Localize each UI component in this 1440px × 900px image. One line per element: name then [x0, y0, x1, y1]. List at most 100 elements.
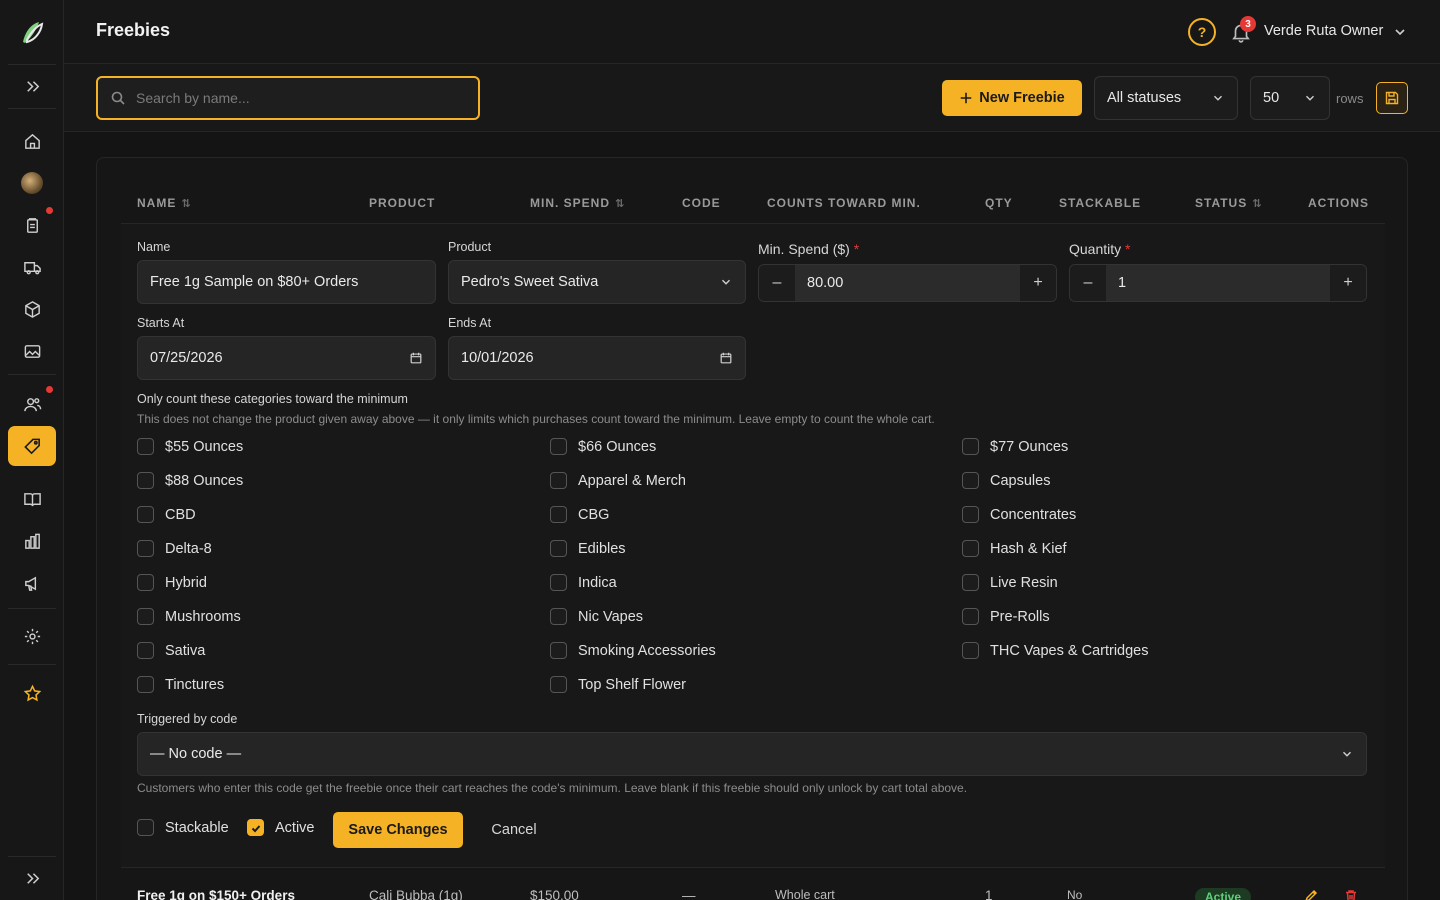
help-icon[interactable]: ? [1188, 18, 1216, 46]
category-checkbox[interactable]: Pre-Rolls [962, 608, 1050, 625]
category-checkbox-box[interactable] [137, 472, 154, 489]
column-header-status[interactable]: STATUS ⇅ [1195, 196, 1261, 210]
sort-icon[interactable]: ⇅ [181, 197, 190, 210]
rows-per-page-select[interactable]: 50 [1250, 76, 1330, 120]
category-checkbox[interactable]: CBD [137, 506, 196, 523]
orders-icon[interactable] [20, 213, 44, 237]
category-checkbox[interactable]: $55 Ounces [137, 438, 243, 455]
active-checkbox-box[interactable] [247, 819, 264, 836]
new-freebie-button[interactable]: New Freebie [942, 80, 1082, 116]
save-view-button[interactable] [1376, 82, 1408, 114]
category-checkbox-box[interactable] [962, 472, 979, 489]
category-checkbox-box[interactable] [137, 438, 154, 455]
category-checkbox[interactable]: Apparel & Merch [550, 472, 686, 489]
category-checkbox[interactable]: $77 Ounces [962, 438, 1068, 455]
category-checkbox[interactable]: Live Resin [962, 574, 1058, 591]
category-checkbox-box[interactable] [550, 506, 567, 523]
name-input[interactable]: Free 1g Sample on $80+ Orders [137, 260, 436, 304]
category-checkbox-box[interactable] [962, 438, 979, 455]
user-menu[interactable]: Verde Ruta Owner [1264, 23, 1383, 39]
search-box[interactable] [96, 76, 480, 120]
category-checkbox[interactable]: Delta-8 [137, 540, 212, 557]
calendar-icon[interactable] [719, 351, 733, 365]
stackable-checkbox-box[interactable] [137, 819, 154, 836]
category-checkbox-box[interactable] [550, 472, 567, 489]
customers-icon[interactable] [20, 392, 44, 416]
category-checkbox[interactable]: Smoking Accessories [550, 642, 716, 659]
expand-sidebar-icon[interactable] [20, 74, 44, 98]
category-checkbox[interactable]: Concentrates [962, 506, 1076, 523]
product-select[interactable]: Pedro's Sweet Sativa [448, 260, 746, 304]
table-row[interactable]: Free 1g on $150+ Orders Cali Bubba (1g) … [121, 880, 1385, 900]
decrement-button[interactable]: – [1070, 265, 1106, 301]
active-checkbox[interactable]: Active [247, 819, 315, 836]
quantity-value[interactable]: 1 [1106, 265, 1330, 301]
category-checkbox[interactable]: Hash & Kief [962, 540, 1067, 557]
freebies-tag-icon[interactable] [8, 426, 56, 466]
category-checkbox-box[interactable] [962, 574, 979, 591]
increment-button[interactable]: + [1330, 265, 1366, 301]
products-box-icon[interactable] [20, 297, 44, 321]
edit-pencil-icon[interactable] [1303, 888, 1319, 900]
megaphone-icon[interactable] [20, 571, 44, 595]
category-checkbox[interactable]: Sativa [137, 642, 205, 659]
category-checkbox-box[interactable] [550, 642, 567, 659]
settings-gear-icon[interactable] [20, 624, 44, 648]
category-checkbox[interactable]: THC Vapes & Cartridges [962, 642, 1148, 659]
category-checkbox-box[interactable] [962, 506, 979, 523]
category-checkbox[interactable]: Edibles [550, 540, 626, 557]
code-select[interactable]: — No code — [137, 732, 1367, 776]
category-checkbox-box[interactable] [137, 676, 154, 693]
category-checkbox-box[interactable] [550, 608, 567, 625]
category-checkbox-box[interactable] [137, 642, 154, 659]
category-checkbox-box[interactable] [550, 438, 567, 455]
category-checkbox-box[interactable] [137, 574, 154, 591]
category-checkbox[interactable]: $88 Ounces [137, 472, 243, 489]
category-checkbox-box[interactable] [550, 574, 567, 591]
book-icon[interactable] [20, 487, 44, 511]
min-spend-value[interactable]: 80.00 [795, 265, 1020, 301]
category-checkbox[interactable]: Mushrooms [137, 608, 241, 625]
cancel-button[interactable]: Cancel [479, 812, 549, 848]
chevron-down-icon[interactable] [1392, 24, 1408, 40]
category-checkbox[interactable]: Hybrid [137, 574, 207, 591]
category-checkbox-box[interactable] [962, 642, 979, 659]
star-icon[interactable] [20, 681, 44, 705]
category-checkbox-box[interactable] [962, 540, 979, 557]
category-checkbox[interactable]: Capsules [962, 472, 1050, 489]
collapse-sidebar-icon[interactable] [20, 866, 44, 890]
media-image-icon[interactable] [20, 339, 44, 363]
home-icon[interactable] [20, 129, 44, 153]
delivery-truck-icon[interactable] [20, 255, 44, 279]
column-header-name[interactable]: NAME ⇅ [137, 196, 191, 210]
category-checkbox[interactable]: Top Shelf Flower [550, 676, 686, 693]
category-checkbox[interactable]: $66 Ounces [550, 438, 656, 455]
category-checkbox-box[interactable] [137, 506, 154, 523]
analytics-chart-icon[interactable] [20, 529, 44, 553]
sort-icon[interactable]: ⇅ [615, 197, 624, 210]
category-checkbox[interactable]: Indica [550, 574, 617, 591]
min-spend-stepper[interactable]: – 80.00 + [758, 264, 1057, 302]
category-checkbox-box[interactable] [137, 540, 154, 557]
sort-icon[interactable]: ⇅ [1252, 197, 1261, 210]
save-changes-button[interactable]: Save Changes [333, 812, 463, 848]
column-header-min-spend[interactable]: MIN. SPEND ⇅ [530, 196, 624, 210]
category-checkbox-box[interactable] [962, 608, 979, 625]
category-checkbox[interactable]: CBG [550, 506, 609, 523]
store-avatar[interactable] [21, 172, 43, 194]
brand-logo-icon[interactable] [17, 18, 45, 46]
starts-at-input[interactable]: 07/25/2026 [137, 336, 436, 380]
calendar-icon[interactable] [409, 351, 423, 365]
search-input[interactable] [136, 90, 456, 106]
status-filter-select[interactable]: All statuses [1094, 76, 1238, 120]
stackable-checkbox[interactable]: Stackable [137, 819, 229, 836]
category-checkbox[interactable]: Tinctures [137, 676, 224, 693]
category-checkbox[interactable]: Nic Vapes [550, 608, 643, 625]
decrement-button[interactable]: – [759, 265, 795, 301]
category-checkbox-box[interactable] [550, 540, 567, 557]
category-checkbox-box[interactable] [550, 676, 567, 693]
increment-button[interactable]: + [1020, 265, 1056, 301]
quantity-stepper[interactable]: – 1 + [1069, 264, 1367, 302]
ends-at-input[interactable]: 10/01/2026 [448, 336, 746, 380]
delete-trash-icon[interactable] [1343, 888, 1359, 900]
